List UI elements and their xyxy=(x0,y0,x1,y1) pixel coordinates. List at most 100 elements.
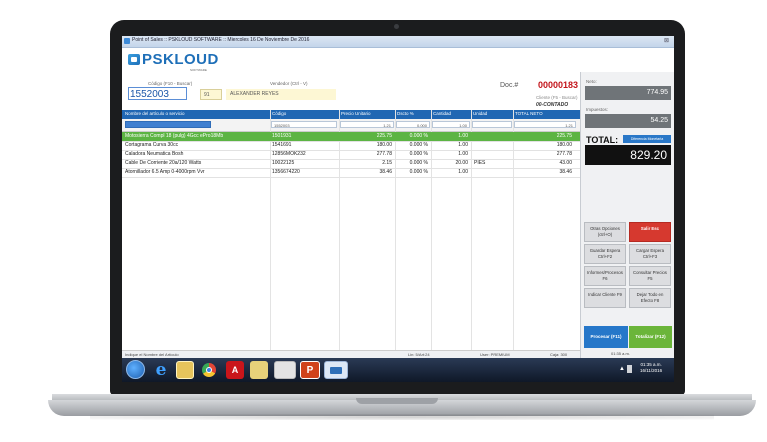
edit-price-input[interactable]: 1.21 xyxy=(340,121,394,128)
row-price: 277.78 xyxy=(376,151,392,157)
status-time: 01:35 a.m. xyxy=(611,351,630,356)
row-qty: 20.00 xyxy=(455,160,468,166)
powerpoint-icon[interactable]: P xyxy=(300,361,320,379)
diferencia-button[interactable]: Diferencia Monetaria xyxy=(623,135,671,143)
informes-button[interactable]: Informes/Procesos F6 xyxy=(584,266,626,286)
pos-app-taskbar-icon[interactable] xyxy=(324,361,348,379)
row-code: 1501931 xyxy=(272,133,292,139)
row-disc: 0.000 % xyxy=(409,133,428,139)
col-qty: Cantidad xyxy=(433,111,452,116)
vendor-name-field: ALEXANDER REYES xyxy=(226,89,336,100)
brand-header: PSKLOUD SOFTWARE xyxy=(122,48,674,72)
row-qty: 1.00 xyxy=(458,133,468,139)
row-qty: 1.00 xyxy=(458,169,468,175)
row-code: 10022125 xyxy=(272,160,295,166)
tray-flag-icon[interactable] xyxy=(627,365,632,373)
camera-icon xyxy=(394,24,399,29)
edit-unit-input[interactable] xyxy=(472,121,512,128)
row-total: 277.78 xyxy=(556,151,572,157)
items-grid: Nombre del artículo o servicio Código Pr… xyxy=(122,110,580,350)
otras-opciones-button[interactable]: Otras Opciones (ctrl+O) xyxy=(584,222,626,242)
brand-name: PSKLOUD xyxy=(142,51,219,68)
row-name: Cortagrama Curva 30cc xyxy=(125,142,179,148)
cargar-espera-button[interactable]: Cargar Espera Ctrl+F3 xyxy=(629,244,671,264)
folder-icon[interactable] xyxy=(250,361,268,379)
row-disc: 0.000 % xyxy=(409,160,428,166)
edit-disc-input[interactable]: 0.000 xyxy=(396,121,430,128)
row-name: Atornillador 6.5 Amp 0-4000rpm Vvr xyxy=(125,169,205,175)
status-caja: Caja: 300 xyxy=(550,352,568,357)
edit-total-field: 1.21 xyxy=(514,121,576,128)
close-icon[interactable]: ⊠ xyxy=(664,37,669,44)
tray-arrow-icon[interactable]: ▲ xyxy=(619,366,625,372)
ie-icon[interactable]: e xyxy=(152,361,170,379)
col-disc: Dscto % xyxy=(397,111,414,116)
row-price: 180.00 xyxy=(376,142,392,148)
totalizar-button[interactable]: Totalizar (F12) xyxy=(629,326,672,348)
total-value: 829.20 xyxy=(585,145,671,165)
col-price: Precio Unitario xyxy=(341,111,371,116)
total-label: TOTAL: xyxy=(586,135,619,145)
col-name: Nombre del artículo o servicio xyxy=(125,111,185,116)
laptop-notch xyxy=(356,398,438,404)
edit-name-input[interactable] xyxy=(125,121,211,128)
app-icon xyxy=(124,38,130,44)
vendor-code-field[interactable]: 91 xyxy=(200,89,222,100)
row-code: 1541691 xyxy=(272,142,292,148)
consultar-precios-button[interactable]: Consultar Precios F5 xyxy=(629,266,671,286)
imp-value: 54.25 xyxy=(585,114,671,128)
col-unit: Unidad xyxy=(473,111,488,116)
row-qty: 1.00 xyxy=(458,151,468,157)
row-disc: 0.000 % xyxy=(409,151,428,157)
vendor-label: Vendedor (Ctrl - V) xyxy=(270,81,308,86)
summary-panel: Neto: 774.95 Impuestos: 54.25 TOTAL: Dif… xyxy=(580,72,674,358)
pdf-icon[interactable]: A xyxy=(226,361,244,379)
doc-number: 00000183 xyxy=(538,80,579,90)
row-price: 2.15 xyxy=(382,160,392,166)
taskbar-clock[interactable]: 01:35 a.m. 16/11/2016 xyxy=(640,362,662,374)
grid-header: Nombre del artículo o servicio Código Pr… xyxy=(122,110,580,119)
edit-row: 1552003 1.21 0.000 1.00 1.21 xyxy=(122,119,580,132)
code-input[interactable]: 1552003 xyxy=(128,87,187,100)
row-qty: 1.00 xyxy=(458,142,468,148)
salir-button[interactable]: Salir Esc xyxy=(629,222,671,242)
edit-code-input[interactable]: 1552003 xyxy=(271,121,337,128)
row-disc: 0.000 % xyxy=(409,169,428,175)
indicar-cliente-button[interactable]: Indicar Cliente F9 xyxy=(584,288,626,308)
neto-value: 774.95 xyxy=(585,86,671,100)
col-code: Código xyxy=(272,111,287,116)
row-name: Caladora Neumatica Bosh xyxy=(125,151,184,157)
screen: Point of Sales :: PSKLOUD SOFTWARE :: Mi… xyxy=(122,36,674,382)
row-price: 225.75 xyxy=(376,133,392,139)
procesar-button[interactable]: Procesar (F11) xyxy=(584,326,628,348)
row-disc: 0.000 % xyxy=(409,142,428,148)
row-unit: PIES xyxy=(474,160,486,166)
row-name: Cable De Corriente 20a/120 Watts xyxy=(125,160,202,166)
brand-sub: SOFTWARE xyxy=(190,68,207,72)
row-total: 38.46 xyxy=(559,169,572,175)
window-title: Point of Sales :: PSKLOUD SOFTWARE :: Mi… xyxy=(132,37,310,43)
start-button-icon[interactable] xyxy=(126,360,145,379)
logo-icon xyxy=(128,54,140,65)
row-total: 225.75 xyxy=(556,133,572,139)
row-price: 38.46 xyxy=(379,169,392,175)
explorer-icon[interactable] xyxy=(176,361,194,379)
client-value[interactable]: 00-CONTADO xyxy=(536,102,568,108)
row-code: 12856MOK232 xyxy=(272,151,306,157)
guardar-espera-button[interactable]: Guardar Espera Ctrl+F2 xyxy=(584,244,626,264)
app-window-icon[interactable] xyxy=(274,361,296,379)
col-total: TOTAL NETO xyxy=(515,111,543,116)
status-user: User: PREMIUM xyxy=(480,352,510,357)
window-titlebar: Point of Sales :: PSKLOUD SOFTWARE :: Mi… xyxy=(122,36,674,48)
chrome-icon[interactable] xyxy=(202,363,216,377)
clock-date: 16/11/2016 xyxy=(640,368,663,373)
client-label: Cliente (F5 - Buscar) xyxy=(536,95,578,100)
dejar-efecto-button[interactable]: Dejar Todo en Efecto F8 xyxy=(629,288,671,308)
doc-label: Doc.# xyxy=(500,82,519,89)
status-line: Lin: 5/Art:24 xyxy=(408,352,430,357)
table-row[interactable]: Atornillador 6.5 Amp 0-4000rpm Vvr 13566… xyxy=(122,168,580,178)
code-label: Código (F10 - Buscar) xyxy=(148,81,193,86)
edit-qty-input[interactable]: 1.00 xyxy=(432,121,470,128)
row-name: Motosierra Compl 18 (pulg) 4Gcc ePro18Mb xyxy=(125,133,224,139)
row-total: 43.00 xyxy=(559,160,572,166)
